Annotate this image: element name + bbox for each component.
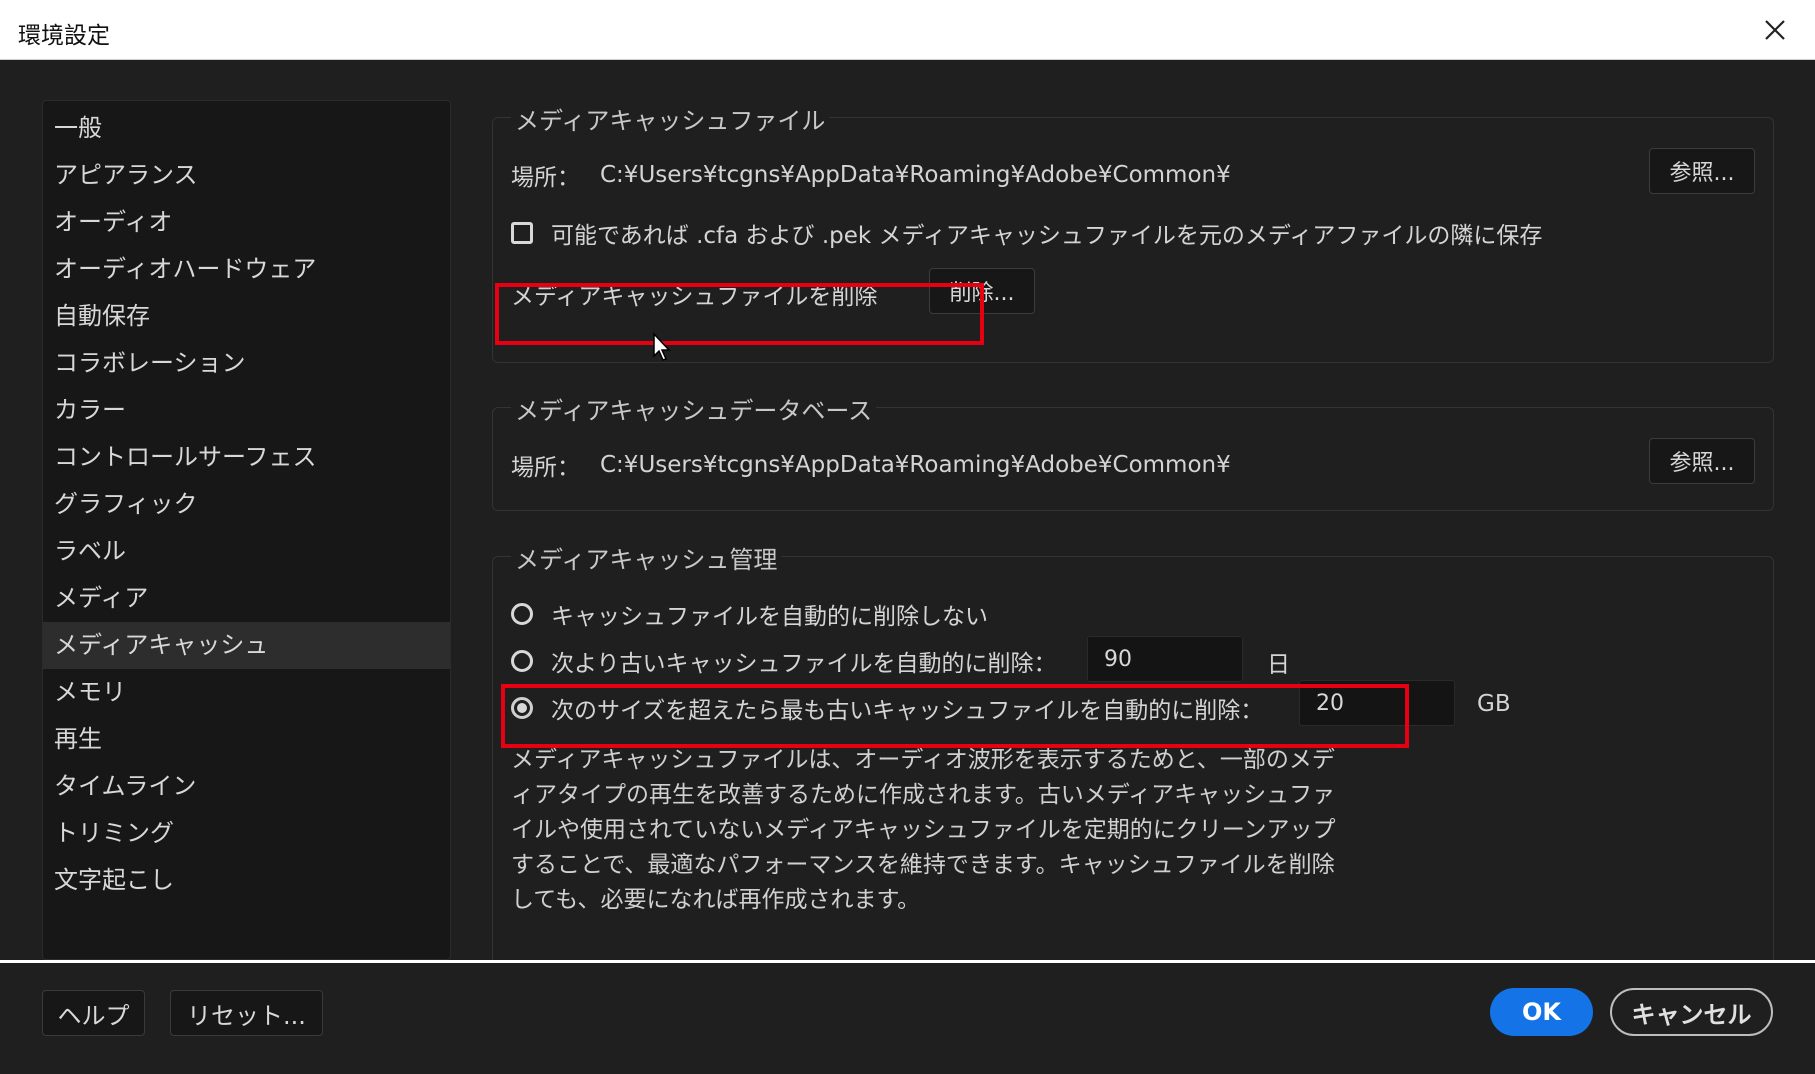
cache-db-location-row: 場所： C:¥Users¥tcgns¥AppData¥Roaming¥Adobe…	[511, 448, 1231, 482]
sidebar-item-control-surface[interactable]: コントロールサーフェス	[43, 434, 450, 481]
delete-older-option[interactable]: 次より古いキャッシュファイルを自動的に削除：	[511, 644, 1057, 678]
sidebar-item-appearance[interactable]: アピアランス	[43, 152, 450, 199]
days-unit: 日	[1267, 652, 1290, 678]
cache-files-location-row: 場所： C:¥Users¥tcgns¥AppData¥Roaming¥Adobe…	[511, 158, 1231, 192]
sidebar-item-general[interactable]: 一般	[43, 105, 450, 152]
delete-cache-label: メディアキャッシュファイルを削除	[511, 284, 878, 310]
close-icon[interactable]	[1757, 12, 1793, 48]
sidebar-item-transcription[interactable]: 文字起こし	[43, 857, 450, 904]
reset-button[interactable]: リセット...	[170, 990, 323, 1036]
delete-older-label: 次より古いキャッシュファイルを自動的に削除：	[551, 651, 1057, 677]
sidebar-item-playback[interactable]: 再生	[43, 716, 450, 763]
media-cache-files-group: メディアキャッシュファイル 場所： C:¥Users¥tcgns¥AppData…	[492, 101, 1774, 363]
location-label: 場所：	[511, 165, 580, 191]
group-legend: メディアキャッシュ管理	[511, 540, 782, 575]
delete-size-option[interactable]: 次のサイズを超えたら最も古いキャッシュファイルを自動的に削除：	[511, 691, 1263, 725]
group-legend: メディアキャッシュデータベース	[511, 391, 877, 426]
window-title: 環境設定	[18, 23, 110, 49]
save-next-row: 可能であれば .cfa および .pek メディアキャッシュファイルを元のメディ…	[511, 216, 1542, 250]
delete-size-label: 次のサイズを超えたら最も古いキャッシュファイルを自動的に削除：	[551, 698, 1264, 724]
no-delete-option[interactable]: キャッシュファイルを自動的に削除しない	[511, 597, 988, 631]
cancel-button[interactable]: キャンセル	[1610, 988, 1773, 1036]
preferences-dialog: 一般 アピアランス オーディオ オーディオハードウェア 自動保存 コラボレーショ…	[0, 60, 1815, 976]
delete-size-radio[interactable]	[511, 697, 533, 719]
category-sidebar: 一般 アピアランス オーディオ オーディオハードウェア 自動保存 コラボレーショ…	[42, 100, 451, 960]
browse-button[interactable]: 参照...	[1649, 148, 1755, 194]
media-cache-database-group: メディアキャッシュデータベース 場所： C:¥Users¥tcgns¥AppDa…	[492, 391, 1774, 511]
title-bar: 環境設定	[0, 0, 1815, 60]
sidebar-item-audio-hardware[interactable]: オーディオハードウェア	[43, 246, 450, 293]
no-delete-radio[interactable]	[511, 603, 533, 625]
size-input[interactable]: 20	[1299, 680, 1455, 726]
days-input[interactable]: 90	[1087, 636, 1243, 682]
sidebar-item-collaboration[interactable]: コラボレーション	[43, 340, 450, 387]
settings-content: メディアキャッシュファイル 場所： C:¥Users¥tcgns¥AppData…	[492, 100, 1774, 976]
no-delete-label: キャッシュファイルを自動的に削除しない	[551, 604, 988, 630]
browse-button[interactable]: 参照...	[1649, 438, 1755, 484]
save-next-label: 可能であれば .cfa および .pek メディアキャッシュファイルを元のメディ…	[551, 223, 1543, 249]
sidebar-item-color[interactable]: カラー	[43, 387, 450, 434]
sidebar-item-auto-save[interactable]: 自動保存	[43, 293, 450, 340]
delete-button[interactable]: 削除...	[929, 268, 1035, 314]
mouse-cursor-icon	[653, 332, 671, 361]
size-unit: GB	[1477, 691, 1511, 717]
dialog-footer: ヘルプ リセット... OK キャンセル	[0, 960, 1815, 1074]
media-cache-management-group: メディアキャッシュ管理 キャッシュファイルを自動的に削除しない 次より古いキャッ…	[492, 540, 1774, 976]
sidebar-item-timeline[interactable]: タイムライン	[43, 763, 450, 810]
location-path: C:¥Users¥tcgns¥AppData¥Roaming¥Adobe¥Com…	[600, 452, 1231, 478]
sidebar-item-media-cache[interactable]: メディアキャッシュ	[43, 622, 450, 669]
location-path: C:¥Users¥tcgns¥AppData¥Roaming¥Adobe¥Com…	[600, 162, 1231, 188]
delete-cache-row: メディアキャッシュファイルを削除	[511, 277, 877, 311]
sidebar-item-audio[interactable]: オーディオ	[43, 199, 450, 246]
sidebar-item-media[interactable]: メディア	[43, 575, 450, 622]
save-next-checkbox[interactable]	[511, 222, 533, 244]
help-button[interactable]: ヘルプ	[42, 990, 145, 1036]
sidebar-item-graphics[interactable]: グラフィック	[43, 481, 450, 528]
ok-button[interactable]: OK	[1490, 988, 1593, 1036]
sidebar-item-trimming[interactable]: トリミング	[43, 810, 450, 857]
group-legend: メディアキャッシュファイル	[511, 101, 830, 136]
sidebar-item-labels[interactable]: ラベル	[43, 528, 450, 575]
sidebar-item-memory[interactable]: メモリ	[43, 669, 450, 716]
cache-description: メディアキャッシュファイルは、オーディオ波形を表示するためと、一部のメディアタイ…	[511, 747, 1336, 913]
delete-older-radio[interactable]	[511, 650, 533, 672]
location-label: 場所：	[511, 455, 580, 481]
